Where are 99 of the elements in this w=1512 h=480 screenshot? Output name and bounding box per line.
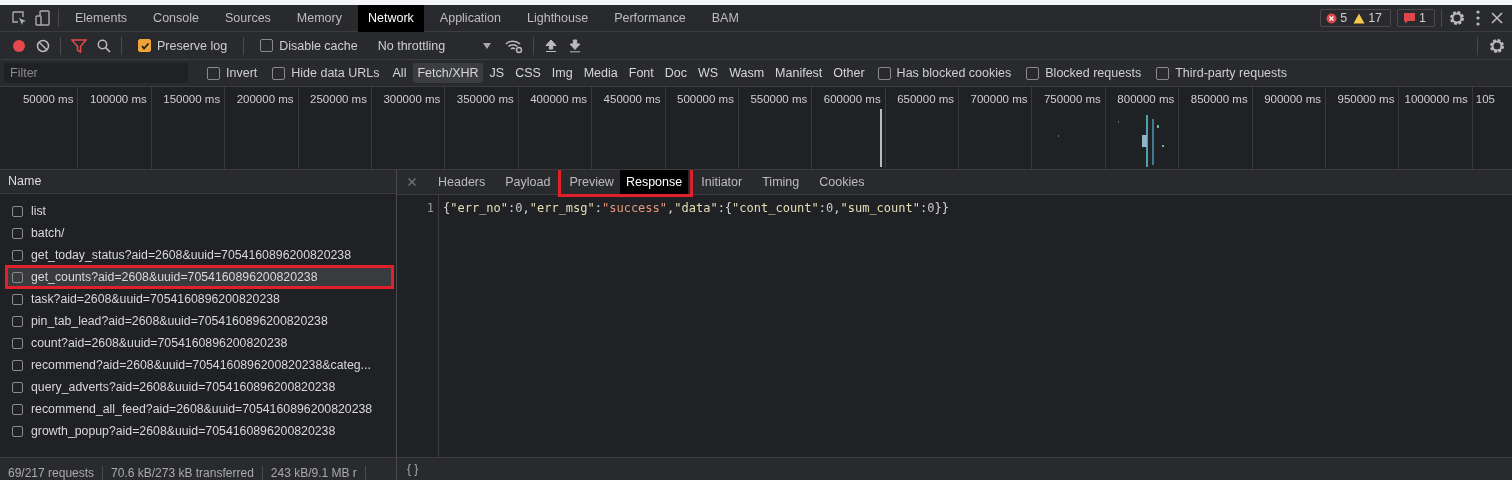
- time-tick-label: 300000 ms: [383, 93, 441, 105]
- time-tick-label: 750000 ms: [1043, 93, 1101, 105]
- time-tick-label: 100000 ms: [89, 93, 147, 105]
- time-tick-label: 350000 ms: [456, 93, 514, 105]
- resource-type-filter[interactable]: All: [388, 63, 411, 83]
- time-tick-label: 900000 ms: [1264, 93, 1322, 105]
- panel-tab[interactable]: Network: [358, 4, 424, 32]
- resource-size: 243 kB/9.1 MB r: [262, 466, 366, 480]
- request-row[interactable]: batch/: [6, 222, 393, 244]
- inspect-icon[interactable]: [10, 9, 28, 27]
- time-tick-label: 200000 ms: [236, 93, 294, 105]
- time-tick-label: 550000 ms: [750, 93, 808, 105]
- time-tick-label: 450000 ms: [603, 93, 661, 105]
- pretty-print-button[interactable]: { }: [397, 462, 429, 476]
- panel-tab[interactable]: Sources: [215, 4, 281, 32]
- detail-tab[interactable]: Initiator: [692, 171, 752, 193]
- time-tick-label: 1000000 ms: [1404, 93, 1468, 105]
- request-row[interactable]: query_adverts?aid=2608&uuid=7054160896200820238: [6, 376, 393, 398]
- warning-icon: [1353, 12, 1366, 24]
- panel-tab[interactable]: BAM: [701, 4, 749, 32]
- time-tick-label: 650000 ms: [897, 93, 955, 105]
- resource-type-filter[interactable]: CSS: [511, 63, 545, 83]
- record-icon[interactable]: [12, 38, 26, 53]
- line-number: 1: [425, 201, 434, 215]
- transferred-size: 70.6 kB/273 kB transferred: [103, 466, 263, 480]
- network-conditions-icon[interactable]: [505, 37, 524, 54]
- request-count: 69/217 requests: [0, 466, 104, 480]
- close-icon[interactable]: [407, 177, 417, 187]
- upload-icon[interactable]: [544, 38, 559, 53]
- time-tick-label: 950000 ms: [1337, 93, 1395, 105]
- request-row[interactable]: growth_popup?aid=2608&uuid=7054160896200820238: [6, 420, 393, 442]
- panel-tab[interactable]: Application: [429, 4, 511, 32]
- detail-tab[interactable]: Headers: [429, 171, 495, 193]
- request-row[interactable]: list: [6, 200, 393, 222]
- settings-icon[interactable]: [1488, 36, 1506, 55]
- detail-tab[interactable]: Cookies: [810, 171, 874, 193]
- resource-type-filter[interactable]: Other: [829, 63, 869, 83]
- throttling-dropdown[interactable]: No throttling: [373, 38, 496, 53]
- time-tick-label: 600000 ms: [823, 93, 881, 105]
- request-row[interactable]: get_today_status?aid=2608&uuid=7054160896200820238: [6, 244, 393, 266]
- time-tick-label: 250000 ms: [310, 93, 367, 105]
- resource-type-filter[interactable]: Img: [547, 63, 577, 83]
- close-icon[interactable]: [1490, 11, 1504, 25]
- time-tick-label: 700000 ms: [970, 93, 1028, 105]
- checkbox[interactable]: Has blocked cookies: [877, 66, 1012, 80]
- resource-type-filter[interactable]: JS: [485, 63, 509, 83]
- checkbox[interactable]: Preserve log: [138, 38, 228, 53]
- time-tick-label: 400000 ms: [530, 93, 588, 105]
- filter-icon[interactable]: [71, 38, 87, 53]
- time-tick-label: 105: [1475, 93, 1495, 105]
- panel-tab[interactable]: Performance: [604, 4, 696, 32]
- checkbox[interactable]: Third-party requests: [1156, 66, 1287, 80]
- error-count: 5: [1340, 11, 1348, 25]
- issue-counter[interactable]: 5 17: [1320, 9, 1392, 27]
- settings-icon[interactable]: [1448, 9, 1466, 27]
- column-header[interactable]: Name: [0, 170, 396, 194]
- request-row[interactable]: recommend_all_feed?aid=2608&uuid=7054160896200820238: [6, 398, 393, 420]
- detail-tab[interactable]: Preview: [563, 170, 620, 194]
- time-tick-label: 50000 ms: [22, 93, 74, 105]
- resource-type-filter[interactable]: Fetch/XHR: [413, 63, 483, 83]
- panel-tab[interactable]: Elements: [65, 4, 138, 32]
- time-tick-label: 850000 ms: [1190, 93, 1248, 105]
- device-toolbar-icon[interactable]: [34, 9, 52, 27]
- resource-type-filter[interactable]: Media: [579, 63, 622, 83]
- panel-tab[interactable]: Console: [143, 4, 209, 32]
- resource-type-filter[interactable]: Doc: [660, 63, 691, 83]
- resource-type-filter[interactable]: WS: [694, 63, 723, 83]
- detail-tab[interactable]: Response: [619, 170, 689, 194]
- issues-count: 1: [1419, 11, 1426, 25]
- checkbox[interactable]: Invert: [207, 66, 258, 80]
- caret-icon: [483, 42, 492, 49]
- filter-field[interactable]: Filter: [4, 63, 188, 83]
- panel-tab[interactable]: Lighthouse: [517, 4, 599, 32]
- request-row[interactable]: count?aid=2608&uuid=7054160896200820238: [6, 332, 393, 354]
- request-row[interactable]: task?aid=2608&uuid=7054160896200820238: [6, 288, 393, 310]
- resource-type-filter[interactable]: Wasm: [725, 63, 769, 83]
- issues-counter[interactable]: 1: [1397, 9, 1435, 27]
- checkbox[interactable]: Hide data URLs: [272, 66, 380, 80]
- error-icon: [1326, 12, 1338, 24]
- request-row[interactable]: get_counts?aid=2608&uuid=7054160896200820238: [6, 266, 393, 288]
- warning-count: 17: [1368, 11, 1383, 25]
- time-tick-label: 800000 ms: [1117, 93, 1175, 105]
- time-tick-label: 150000 ms: [163, 93, 221, 105]
- panel-tab[interactable]: Memory: [286, 4, 352, 32]
- detail-tab[interactable]: Timing: [753, 171, 809, 193]
- time-tick-label: 500000 ms: [677, 93, 734, 105]
- checkbox[interactable]: Blocked requests: [1026, 66, 1142, 80]
- download-icon[interactable]: [568, 38, 583, 53]
- resource-type-filter[interactable]: Manifest: [771, 63, 827, 83]
- checkbox[interactable]: Disable cache: [260, 38, 358, 53]
- detail-tab[interactable]: Payload: [496, 171, 560, 193]
- checkmark-icon: [139, 40, 150, 51]
- message-icon: [1403, 12, 1417, 24]
- request-row[interactable]: pin_tab_lead?aid=2608&uuid=7054160896200820238: [6, 310, 393, 332]
- response-code-line: {"err_no":0,"err_msg":"success","data":{"cont_count":0,"sum_count":0}}: [443, 201, 949, 215]
- clear-icon[interactable]: [36, 38, 50, 53]
- resource-type-filter[interactable]: Font: [624, 63, 658, 83]
- request-row[interactable]: recommend?aid=2608&uuid=7054160896200820238&categ...: [6, 354, 393, 376]
- search-icon[interactable]: [97, 38, 111, 53]
